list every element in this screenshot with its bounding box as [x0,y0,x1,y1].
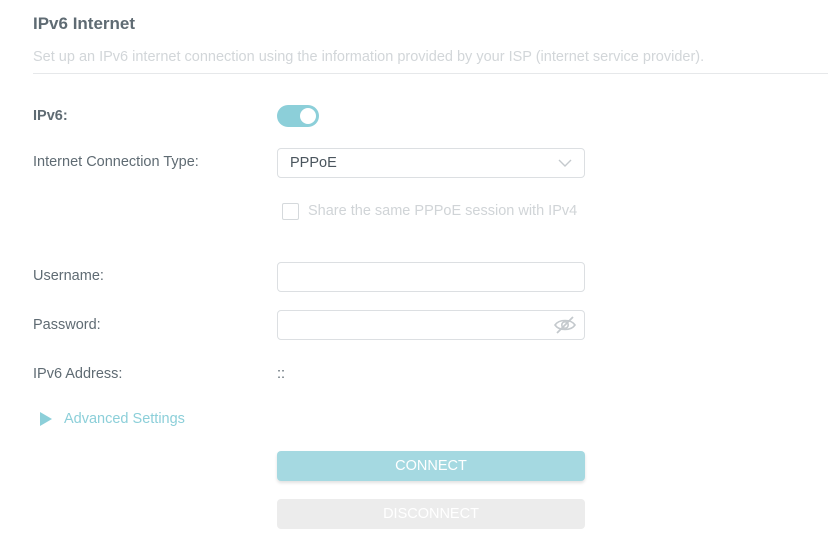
eye-slash-icon[interactable] [553,315,577,335]
ipv6-address-label: IPv6 Address: [33,366,123,382]
password-input[interactable] [290,315,544,337]
ipv6-toggle[interactable] [277,105,319,127]
toggle-knob [300,108,316,124]
divider [33,73,828,74]
chevron-down-icon [558,159,572,167]
password-label: Password: [33,317,101,333]
connect-button[interactable]: CONNECT [277,451,585,481]
advanced-settings-label: Advanced Settings [64,411,185,427]
username-label: Username: [33,268,104,284]
ipv6-internet-page: IPv6 Internet Set up an IPv6 internet co… [0,0,836,553]
page-description: Set up an IPv6 internet connection using… [33,49,705,65]
disconnect-button[interactable]: DISCONNECT [277,499,585,529]
triangle-right-icon [40,412,52,426]
connection-type-label: Internet Connection Type: [33,154,199,170]
connection-type-select[interactable]: PPPoE [277,148,585,178]
ipv6-label: IPv6: [33,108,68,124]
share-session-checkbox[interactable] [282,203,299,220]
share-session-label: Share the same PPPoE session with IPv4 [308,203,578,219]
connection-type-value: PPPoE [290,155,337,171]
username-input[interactable] [277,262,585,292]
password-field[interactable] [277,310,585,340]
page-title: IPv6 Internet [33,14,136,33]
ipv6-address-value: :: [277,366,286,382]
